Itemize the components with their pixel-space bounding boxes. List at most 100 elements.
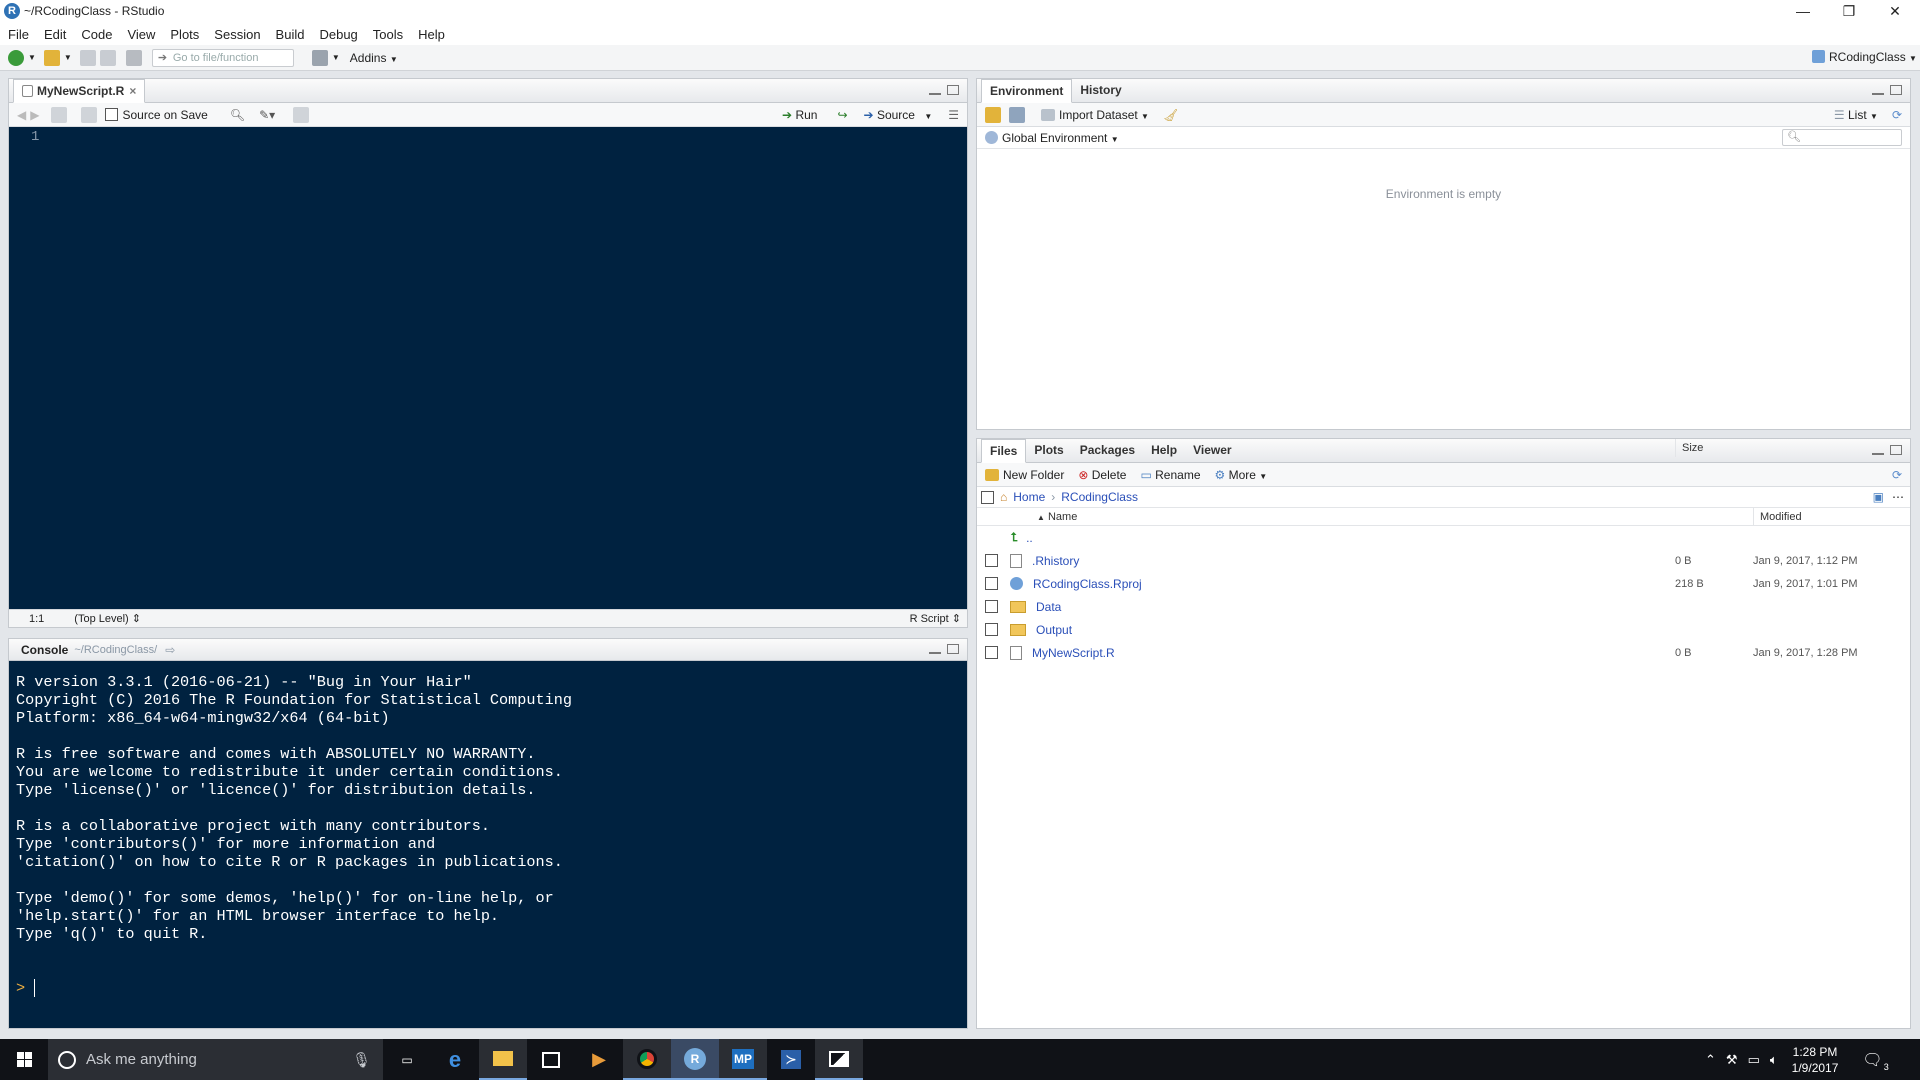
tab-plots[interactable]: Plots <box>1026 439 1071 463</box>
powershell-icon[interactable]: ≻ <box>767 1039 815 1080</box>
print-icon[interactable] <box>125 49 142 66</box>
env-search-input[interactable]: 🔍︎ <box>1782 129 1902 146</box>
file-explorer-icon[interactable] <box>479 1039 527 1080</box>
store-icon[interactable] <box>527 1039 575 1080</box>
list-view-selector[interactable]: ☰ List ▼ <box>1834 108 1878 122</box>
file-type-selector[interactable]: R Script ⇕ <box>910 612 961 625</box>
console-output[interactable]: R version 3.3.1 (2016-06-21) -- "Bug in … <box>9 661 967 1028</box>
save-workspace-icon[interactable] <box>1009 106 1025 123</box>
table-row[interactable]: Output <box>977 618 1910 641</box>
open-file-icon[interactable] <box>43 49 60 66</box>
maximize-pane-icon[interactable] <box>1890 444 1902 455</box>
code-tools-icon[interactable]: ✎▾ <box>259 108 275 122</box>
save-icon[interactable] <box>79 49 96 66</box>
menu-debug[interactable]: Debug <box>319 27 357 42</box>
file-name[interactable]: RCodingClass.Rproj <box>1033 577 1142 591</box>
microphone-icon[interactable]: 🎙︎ <box>352 1051 371 1069</box>
more-button[interactable]: ⚙ More ▼ <box>1215 468 1268 482</box>
maximize-pane-icon[interactable] <box>947 84 959 95</box>
mp-app-icon[interactable]: MP <box>719 1039 767 1080</box>
more-options-icon[interactable]: ⋯ <box>1892 490 1904 504</box>
media-player-icon[interactable]: ▶ <box>575 1039 623 1080</box>
tab-viewer[interactable]: Viewer <box>1185 439 1239 463</box>
console-title[interactable]: Console <box>21 643 68 657</box>
row-checkbox[interactable] <box>985 577 998 590</box>
network-icon[interactable]: ⚒ <box>1726 1052 1738 1068</box>
forward-icon[interactable]: ▶ <box>30 108 39 122</box>
windows-start-icon[interactable] <box>0 1039 48 1080</box>
menu-plots[interactable]: Plots <box>170 27 199 42</box>
run-button[interactable]: ➔ Run <box>782 108 817 122</box>
action-icon[interactable]: ▭ <box>1748 1052 1760 1068</box>
minimize-pane-icon[interactable] <box>1872 451 1884 455</box>
menu-tools[interactable]: Tools <box>373 27 403 42</box>
photos-icon[interactable] <box>815 1039 863 1080</box>
menu-session[interactable]: Session <box>214 27 260 42</box>
project-menu[interactable]: RCodingClass ▼ <box>1812 50 1917 64</box>
addins-menu[interactable]: Addins ▼ <box>350 51 398 65</box>
close-tab-icon[interactable]: × <box>129 80 136 102</box>
file-name[interactable]: Output <box>1036 623 1072 637</box>
edge-icon[interactable]: e <box>431 1039 479 1080</box>
home-icon[interactable]: ⌂ <box>1000 490 1007 504</box>
save-script-icon[interactable] <box>81 106 98 123</box>
maximize-pane-icon[interactable] <box>1890 84 1902 95</box>
show-in-window-icon[interactable] <box>51 106 68 123</box>
refresh-files-icon[interactable]: ⟳ <box>1892 468 1902 482</box>
maximize-pane-icon[interactable] <box>947 643 959 654</box>
document-outline-icon[interactable]: ☰ <box>948 108 959 122</box>
table-row[interactable]: .Rhistory 0 B Jan 9, 2017, 1:12 PM <box>977 549 1910 572</box>
tab-packages[interactable]: Packages <box>1072 439 1143 463</box>
pane-layout-dropdown-icon[interactable]: ▼ <box>332 53 340 62</box>
tab-help[interactable]: Help <box>1143 439 1185 463</box>
minimize-pane-icon[interactable] <box>929 650 941 654</box>
search-icon[interactable]: 🔍︎ <box>230 108 245 122</box>
sort-size-header[interactable]: Size <box>1675 439 1703 457</box>
tab-environment[interactable]: Environment <box>981 79 1073 103</box>
restore-button[interactable]: ❐ <box>1826 0 1872 23</box>
row-checkbox[interactable] <box>985 623 998 636</box>
project-dir-icon[interactable]: ▣ <box>1873 490 1884 504</box>
minimize-button[interactable]: — <box>1780 0 1826 23</box>
tab-mynewscript[interactable]: MyNewScript.R × <box>13 79 146 103</box>
source-button[interactable]: ➔ Source ▼ <box>864 108 933 122</box>
chrome-icon[interactable] <box>623 1039 671 1080</box>
new-file-icon[interactable] <box>8 49 24 66</box>
new-file-dropdown-icon[interactable]: ▼ <box>28 53 36 62</box>
table-row[interactable]: Data <box>977 595 1910 618</box>
code-editor[interactable]: 1 <box>9 127 967 609</box>
file-name[interactable]: MyNewScript.R <box>1032 646 1115 660</box>
menu-code[interactable]: Code <box>81 27 112 42</box>
close-button[interactable]: ✕ <box>1872 0 1918 23</box>
minimize-pane-icon[interactable] <box>929 91 941 95</box>
source-on-save-checkbox[interactable] <box>105 108 119 121</box>
new-folder-button[interactable]: New Folder <box>985 468 1064 482</box>
save-all-icon[interactable] <box>99 49 116 66</box>
refresh-icon[interactable]: ⟳ <box>1892 108 1902 122</box>
goto-file-input[interactable]: ➔ Go to file/function <box>151 48 294 67</box>
volume-icon[interactable]: 🔈︎ <box>1770 1052 1778 1068</box>
scope-selector[interactable]: (Top Level) ⇕ <box>74 612 141 625</box>
notifications-icon[interactable]: 🗨︎ 3 <box>1862 1050 1889 1072</box>
sort-modified-header[interactable]: Modified <box>1753 507 1802 526</box>
breadcrumb-rcodingclass[interactable]: RCodingClass <box>1061 490 1138 504</box>
import-dataset-button[interactable]: Import Dataset ▼ <box>1041 108 1149 122</box>
breadcrumb-home[interactable]: Home <box>1013 490 1045 504</box>
rerun-icon[interactable]: ↪ <box>837 108 847 122</box>
file-name[interactable]: .Rhistory <box>1032 554 1079 568</box>
clock[interactable]: 1:28 PM 1/9/2017 <box>1792 1044 1839 1076</box>
menu-file[interactable]: File <box>8 27 29 42</box>
rstudio-taskbar-icon[interactable]: R <box>671 1039 719 1080</box>
load-workspace-icon[interactable] <box>985 106 1001 123</box>
clear-broom-icon[interactable]: 🧹︎ <box>1163 108 1178 122</box>
task-view-icon[interactable]: ▭ <box>383 1039 431 1080</box>
console-cursor[interactable] <box>34 979 45 997</box>
table-row[interactable]: RCodingClass.Rproj 218 B Jan 9, 2017, 1:01… <box>977 572 1910 595</box>
table-row[interactable]: MyNewScript.R 0 B Jan 9, 2017, 1:28 PM <box>977 641 1910 664</box>
row-checkbox[interactable] <box>985 554 998 567</box>
row-checkbox[interactable] <box>985 646 998 659</box>
back-icon[interactable]: ◀ <box>17 108 26 122</box>
file-name[interactable]: Data <box>1036 600 1061 614</box>
row-checkbox[interactable] <box>985 600 998 613</box>
delete-button[interactable]: ⊗ Delete <box>1078 468 1126 482</box>
